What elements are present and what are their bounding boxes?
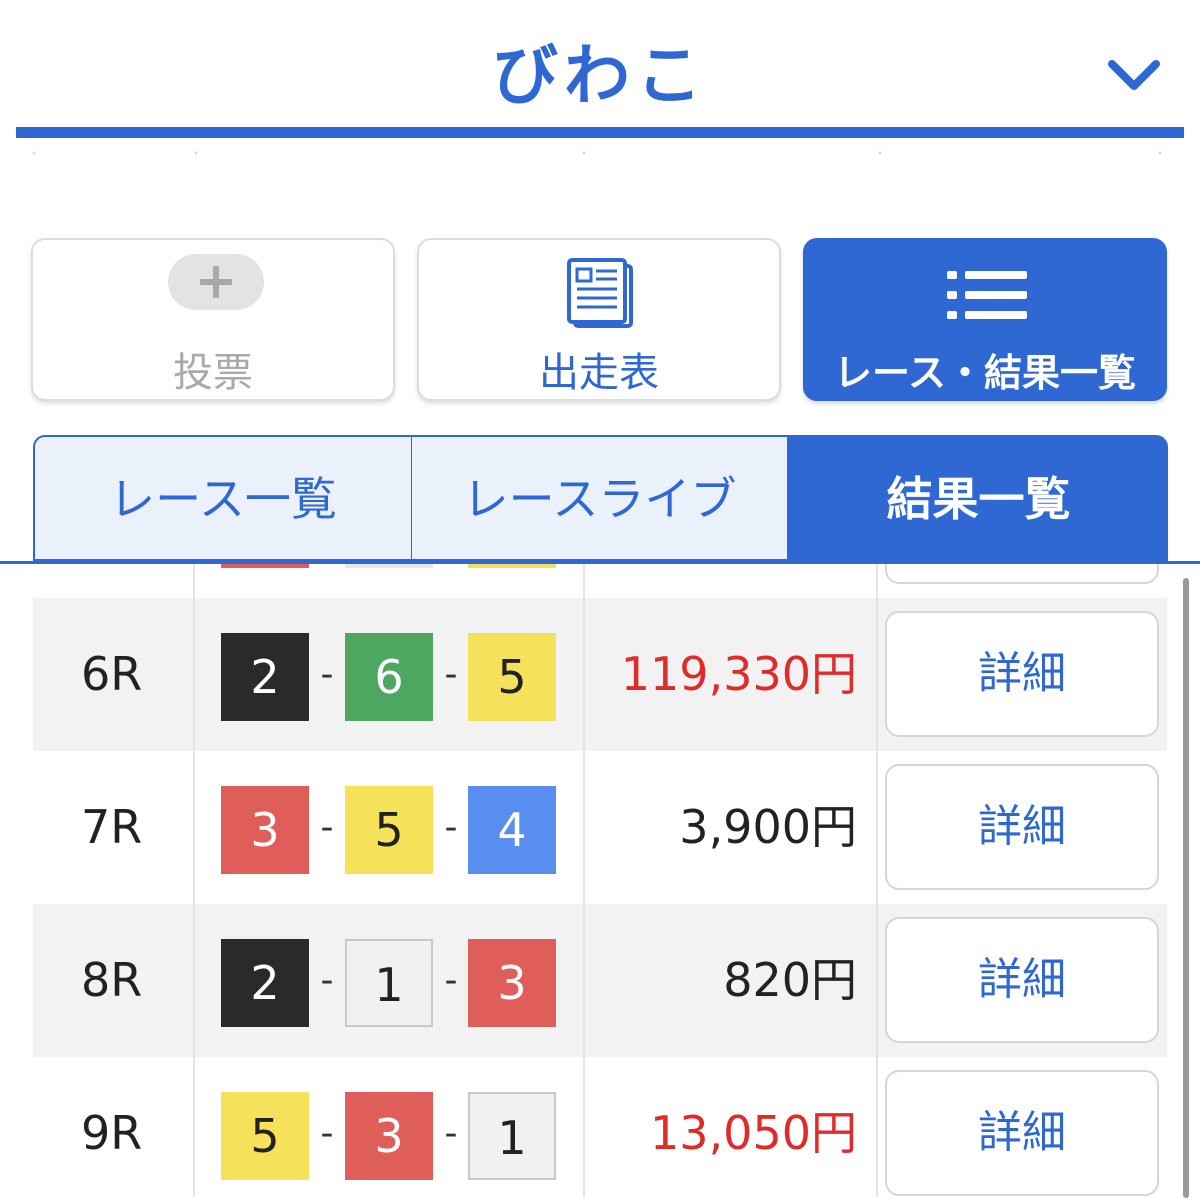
race-number: 9R bbox=[81, 1106, 143, 1160]
detail-button[interactable]: 詳細 bbox=[885, 917, 1159, 1043]
boat-number-badge: 2 bbox=[221, 633, 309, 721]
program-label: 出走表 bbox=[539, 350, 659, 396]
payout-amount: 13,050円 bbox=[650, 1106, 857, 1160]
venue-title: びわこ bbox=[492, 37, 708, 114]
dash-separator: - bbox=[320, 960, 334, 1001]
result-row: 8R 2-1-3 820円 詳細 bbox=[33, 904, 1167, 1057]
detail-button[interactable]: 詳細 bbox=[885, 1070, 1159, 1196]
vote-button[interactable]: 投票 bbox=[31, 238, 395, 401]
scrollbar[interactable] bbox=[1183, 578, 1189, 1198]
boat-number-badge: 2 bbox=[221, 939, 309, 1027]
venue-underline bbox=[16, 127, 1184, 138]
result-row: 6R 2-6-5 119,330円 詳細 bbox=[33, 598, 1167, 751]
boat-number-badge: 5 bbox=[221, 1092, 309, 1180]
column-divider bbox=[193, 564, 195, 1197]
race-number: 6R bbox=[81, 647, 143, 701]
payout-amount: 3,900円 bbox=[679, 800, 857, 854]
race-results-list-button[interactable]: レース・結果一覧 bbox=[803, 238, 1167, 401]
tab-results-list[interactable]: 結果一覧 bbox=[789, 435, 1168, 561]
program-button[interactable]: 出走表 bbox=[417, 238, 781, 401]
results-table: 6R 2-6-5 119,330円 詳細 7R 3-5-4 3,900円 詳細 8R 2-1-3 8… bbox=[33, 564, 1167, 1197]
divider-specks bbox=[32, 151, 1162, 155]
tab-race-list[interactable]: レース一覧 bbox=[33, 435, 413, 561]
race-number: 7R bbox=[81, 800, 143, 854]
boat-number-badge: 3 bbox=[345, 1092, 433, 1180]
document-icon bbox=[567, 258, 633, 328]
detail-button[interactable]: 詳細 bbox=[885, 611, 1159, 737]
dash-separator: - bbox=[320, 807, 334, 848]
detail-button[interactable]: 詳細 bbox=[885, 764, 1159, 890]
dash-separator: - bbox=[320, 1113, 334, 1154]
boat-number-badge: 3 bbox=[221, 786, 309, 874]
race-number: 8R bbox=[81, 953, 143, 1007]
column-divider bbox=[583, 564, 585, 1197]
boat-number-badge: 1 bbox=[345, 939, 433, 1027]
column-divider bbox=[876, 564, 878, 1197]
plus-icon bbox=[168, 254, 264, 310]
dash-separator: - bbox=[444, 960, 458, 1001]
dash-separator: - bbox=[444, 807, 458, 848]
boat-number-badge: 4 bbox=[468, 786, 556, 874]
boat-number-badge: 5 bbox=[345, 786, 433, 874]
venue-header: びわこ bbox=[0, 0, 1200, 160]
boat-number-badge: 5 bbox=[468, 633, 556, 721]
boat-number-badge: 3 bbox=[468, 939, 556, 1027]
result-row: 9R 5-3-1 13,050円 詳細 bbox=[33, 1057, 1167, 1197]
boat-number-badge: 1 bbox=[468, 1092, 556, 1180]
chevron-down-icon[interactable] bbox=[1106, 56, 1162, 96]
payout-amount: 820円 bbox=[723, 953, 857, 1007]
dash-separator: - bbox=[320, 654, 334, 695]
tab-race-live[interactable]: レースライブ bbox=[411, 435, 789, 561]
list-icon bbox=[947, 271, 1027, 319]
result-row: 7R 3-5-4 3,900円 詳細 bbox=[33, 751, 1167, 904]
dash-separator: - bbox=[444, 654, 458, 695]
results-list-label: レース・結果一覧 bbox=[833, 351, 1137, 395]
payout-amount: 119,330円 bbox=[620, 647, 857, 701]
previous-row-fragment bbox=[33, 564, 1167, 598]
vote-label: 投票 bbox=[173, 350, 253, 396]
boat-number-badge: 6 bbox=[345, 633, 433, 721]
dash-separator: - bbox=[444, 1113, 458, 1154]
sub-tabs: レース一覧 レースライブ 結果一覧 bbox=[33, 435, 1168, 563]
